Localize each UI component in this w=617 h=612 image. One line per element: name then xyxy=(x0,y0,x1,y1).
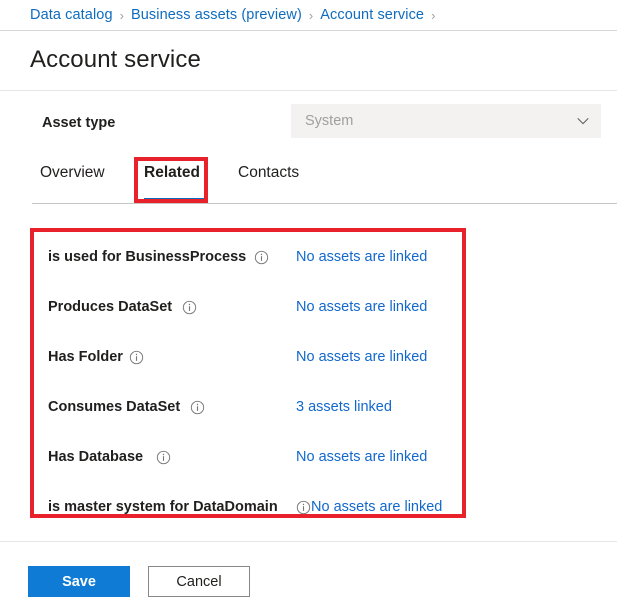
relation-label: is used for BusinessProcess xyxy=(48,249,246,265)
relation-label: is master system for DataDomain xyxy=(48,499,278,515)
table-row: Has Folder No assets are linked xyxy=(34,346,462,368)
breadcrumb-item-data-catalog[interactable]: Data catalog xyxy=(30,7,113,23)
info-circle-icon[interactable] xyxy=(254,250,269,265)
asset-type-label: Asset type xyxy=(42,115,115,131)
asset-type-value: System xyxy=(305,113,353,129)
relation-link[interactable]: No assets are linked xyxy=(296,299,427,315)
relation-link[interactable]: No assets are linked xyxy=(311,499,442,515)
tab-bar: Overview Related Contacts xyxy=(0,160,617,204)
table-row: is used for BusinessProcess No assets ar… xyxy=(34,246,462,268)
relation-link[interactable]: No assets are linked xyxy=(296,349,427,365)
table-row: Consumes DataSet 3 assets linked xyxy=(34,396,462,418)
footer-divider xyxy=(0,541,617,542)
breadcrumb-item-account-service[interactable]: Account service xyxy=(320,7,424,23)
breadcrumb-separator-icon: › xyxy=(120,9,124,22)
info-circle-icon[interactable] xyxy=(182,300,197,315)
info-circle-icon[interactable] xyxy=(296,500,311,515)
tab-active-indicator xyxy=(144,198,208,202)
breadcrumb-separator-icon: › xyxy=(431,9,435,22)
relation-link[interactable]: 3 assets linked xyxy=(296,399,392,415)
relation-link[interactable]: No assets are linked xyxy=(296,449,427,465)
relations-highlight-panel: is used for BusinessProcess No assets ar… xyxy=(30,228,466,518)
tab-bar-underline xyxy=(32,203,617,204)
asset-type-dropdown[interactable]: System xyxy=(291,104,601,138)
page-title: Account service xyxy=(30,46,201,74)
save-button[interactable]: Save xyxy=(28,566,130,597)
breadcrumb-item-business-assets[interactable]: Business assets (preview) xyxy=(131,7,302,23)
breadcrumb-separator-icon: › xyxy=(309,9,313,22)
info-circle-icon[interactable] xyxy=(156,450,171,465)
relation-label: Has Database xyxy=(48,449,143,465)
title-divider xyxy=(0,90,617,91)
tab-contacts[interactable]: Contacts xyxy=(238,164,299,182)
relation-label: Produces DataSet xyxy=(48,299,172,315)
chevron-down-icon xyxy=(576,114,590,128)
table-row: Has Database No assets are linked xyxy=(34,446,462,468)
table-row: is master system for DataDomain No asset… xyxy=(34,496,462,518)
cancel-button[interactable]: Cancel xyxy=(148,566,250,597)
asset-type-row: Asset type System xyxy=(0,104,617,142)
tab-related[interactable]: Related xyxy=(144,164,200,182)
relation-link[interactable]: No assets are linked xyxy=(296,249,427,265)
info-circle-icon[interactable] xyxy=(129,350,144,365)
breadcrumb: Data catalog › Business assets (preview)… xyxy=(0,0,617,31)
relation-label: Consumes DataSet xyxy=(48,399,180,415)
info-circle-icon[interactable] xyxy=(190,400,205,415)
table-row: Produces DataSet No assets are linked xyxy=(34,296,462,318)
relation-label: Has Folder xyxy=(48,349,123,365)
tab-overview[interactable]: Overview xyxy=(40,164,105,182)
